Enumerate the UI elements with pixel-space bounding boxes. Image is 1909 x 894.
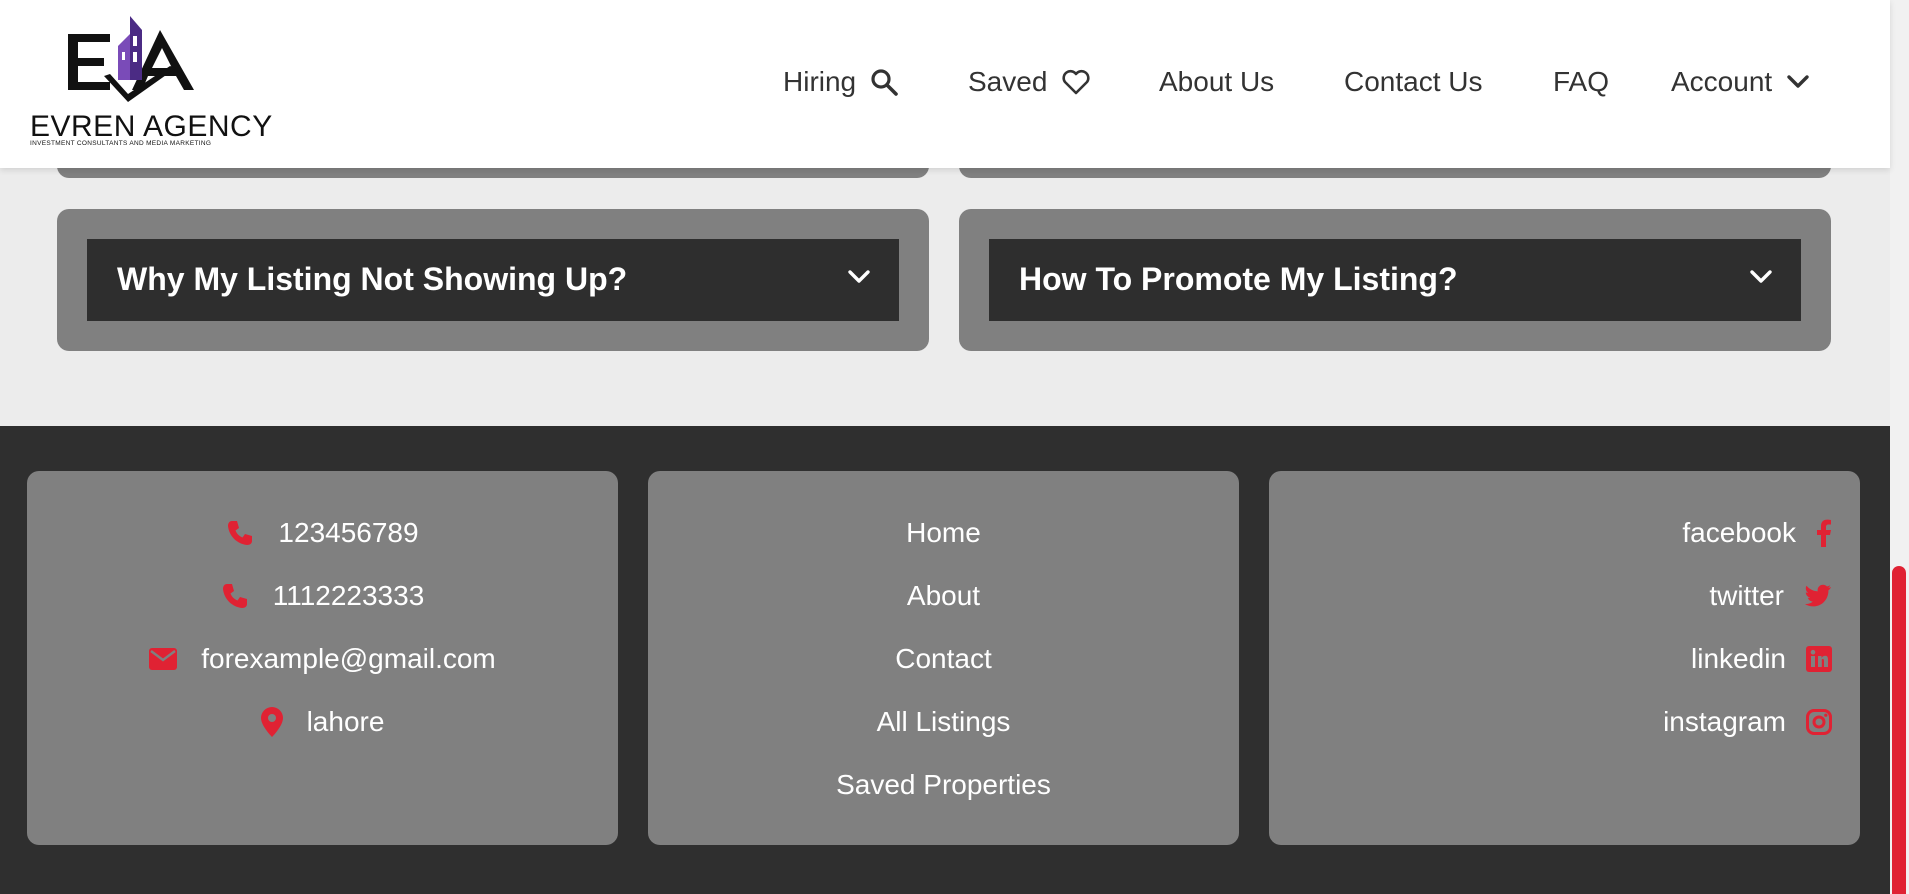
nav-saved-label: Saved (968, 66, 1048, 97)
brand-tagline: INVESTMENT CONSULTANTS AND MEDIA MARKETI… (30, 140, 212, 147)
faq-question-text: Why My Listing Not Showing Up? (117, 261, 628, 297)
footer-link-contact[interactable]: Contact (648, 639, 1239, 679)
faq-card: Why My Listing Not Showing Up? (57, 209, 929, 351)
footer-link-all-listings[interactable]: All Listings (648, 702, 1239, 742)
social-facebook-label: facebook (1682, 517, 1796, 548)
footer-links-card: Home About Contact All Listings Saved Pr… (648, 471, 1239, 845)
site-header: EVREN AGENCY INVESTMENT CONSULTANTS AND … (0, 0, 1890, 168)
social-twitter[interactable]: twitter (1709, 576, 1832, 616)
faq-card: How To Promote My Listing? (959, 209, 1831, 351)
social-instagram-label: instagram (1663, 706, 1786, 737)
search-icon (870, 68, 898, 96)
faq-question-toggle[interactable]: Why My Listing Not Showing Up? (87, 239, 899, 321)
chevron-down-icon (1786, 74, 1810, 90)
contact-location-text: lahore (306, 706, 385, 737)
nav-faq[interactable]: FAQ (1553, 66, 1609, 98)
instagram-icon (1806, 709, 1832, 735)
footer-link-saved-properties[interactable]: Saved Properties (648, 765, 1239, 805)
chevron-down-icon (847, 269, 871, 290)
phone-icon (221, 582, 249, 610)
social-instagram[interactable]: instagram (1663, 702, 1832, 742)
contact-phone-2[interactable]: 1112223333 (27, 576, 618, 616)
phone-icon (226, 519, 254, 547)
social-twitter-label: twitter (1709, 580, 1784, 611)
contact-phone-1-text: 123456789 (278, 517, 419, 548)
nav-saved[interactable]: Saved (968, 66, 1091, 98)
heart-icon (1061, 69, 1091, 95)
facebook-icon (1816, 519, 1832, 547)
chevron-down-icon (1749, 269, 1773, 290)
social-facebook[interactable]: facebook (1682, 513, 1832, 553)
nav-account[interactable]: Account (1671, 66, 1810, 98)
nav-faq-label: FAQ (1553, 66, 1610, 97)
contact-email[interactable]: forexample@gmail.com (27, 639, 618, 679)
nav-about-us[interactable]: About Us (1159, 66, 1274, 98)
social-linkedin[interactable]: linkedin (1691, 639, 1832, 679)
map-pin-icon (260, 707, 283, 737)
contact-phone-1[interactable]: 123456789 (27, 513, 618, 553)
faq-question-toggle[interactable]: How To Promote My Listing? (989, 239, 1801, 321)
footer-contact-card: 123456789 1112223333 forexample@gmail.co… (27, 471, 618, 845)
contact-email-text: forexample@gmail.com (201, 643, 496, 674)
footer-link-about[interactable]: About (648, 576, 1239, 616)
envelope-icon (149, 648, 178, 670)
linkedin-icon (1806, 646, 1832, 672)
nav-hiring[interactable]: Hiring (783, 66, 898, 98)
main-nav: Hiring Saved About Us Contact Us FAQ Acc… (0, 60, 1890, 110)
nav-contact-us[interactable]: Contact Us (1344, 66, 1483, 98)
nav-account-label: Account (1671, 66, 1773, 97)
twitter-icon (1804, 584, 1832, 608)
nav-about-label: About Us (1159, 66, 1275, 97)
site-footer: 123456789 1112223333 forexample@gmail.co… (0, 426, 1890, 894)
faq-question-text: How To Promote My Listing? (1019, 261, 1458, 297)
contact-phone-2-text: 1112223333 (272, 580, 425, 611)
page-scrollbar-thumb[interactable] (1892, 566, 1906, 894)
brand-name: EVREN AGENCY (30, 110, 273, 143)
contact-location[interactable]: lahore (27, 702, 618, 742)
footer-social-card: facebook twitter linkedin instagram (1269, 471, 1860, 845)
social-linkedin-label: linkedin (1691, 643, 1786, 674)
nav-contact-label: Contact Us (1344, 66, 1483, 97)
nav-hiring-label: Hiring (783, 66, 857, 97)
footer-link-home[interactable]: Home (648, 513, 1239, 553)
